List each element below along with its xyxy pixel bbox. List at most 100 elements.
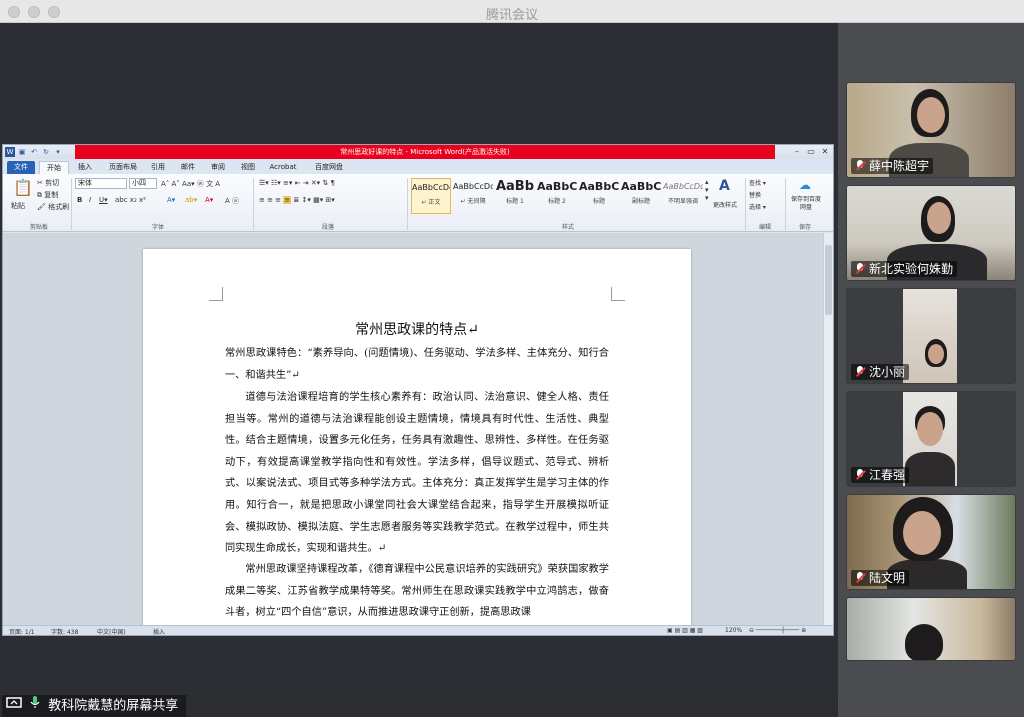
change-styles-icon[interactable]: A [719, 178, 730, 194]
style-normal[interactable]: AaBbCcDd ↵ 正文 [411, 178, 451, 214]
text-effects-button[interactable]: A▾ [167, 196, 175, 204]
style-sample: AaBbCcDd [663, 182, 703, 191]
insert-mode[interactable]: 插入 [153, 627, 165, 635]
document-area: 常州思政课的特点↵ 常州思政课特色：“素养导向、(问题情境)、任务驱动、学法多样… [3, 233, 833, 635]
mic-muted-icon [855, 160, 865, 172]
cut-button[interactable]: ✂ 剪切 [37, 178, 59, 188]
vertical-scrollbar[interactable] [823, 233, 833, 625]
document-paragraph: 常州思政课特色：“素养导向、(问题情境)、任务驱动、学法多样、主体充分、知行合一… [225, 348, 609, 381]
tab-review[interactable]: 审阅 [205, 161, 231, 174]
style-subtle-emphasis[interactable]: AaBbCcDd 不明显强调 [663, 178, 703, 214]
style-sample: AaBbC [537, 180, 577, 193]
editing-group-label: 编辑 [758, 224, 771, 231]
screen-share-icon [6, 695, 22, 717]
screen-share-owner: 教科院戴慧的屏幕共享 [48, 698, 179, 714]
tab-acrobat[interactable]: Acrobat [265, 161, 301, 174]
style-heading-1[interactable]: AaBb 标题 1 [495, 178, 535, 214]
undo-icon[interactable]: ↶ [29, 147, 39, 157]
ribbon-tabs: 文件 开始 插入 页面布局 引用 邮件 审阅 视图 Acrobat 百度网盘 [3, 159, 833, 174]
font-color-button[interactable]: A▾ [205, 196, 213, 204]
bold-button[interactable]: B [77, 196, 82, 204]
paste-button[interactable]: 粘贴 [11, 201, 25, 211]
style-subtitle[interactable]: AaBbC 副标题 [621, 178, 661, 214]
person-face [917, 412, 943, 446]
tab-references[interactable]: 引用 [145, 161, 171, 174]
style-sample: AaBbCcDd [412, 183, 450, 192]
paste-icon[interactable]: 📋 [13, 178, 33, 197]
margin-mark [611, 287, 625, 301]
participant-name: 陆文明 [851, 570, 910, 586]
save-to-baidu-button[interactable]: 保存到百度网盘 [789, 196, 823, 212]
grow-shrink-font-buttons[interactable]: A˄ A˅ Aa▾ ⓦ 文 A [161, 179, 220, 189]
select-button[interactable]: 选择 ▾ [749, 202, 766, 211]
participant-video[interactable]: 陆文明 [846, 494, 1016, 590]
italic-button[interactable]: I [89, 196, 91, 204]
style-heading-2[interactable]: AaBbC 标题 2 [537, 178, 577, 214]
mic-muted-icon [855, 572, 865, 584]
scrollbar-thumb[interactable] [825, 245, 832, 315]
alignment-buttons[interactable]: ≡ ≡ ≡ ≡ ≣ ↕▾ ▦▾ ⊞▾ [259, 196, 335, 204]
participant-video[interactable] [846, 597, 1016, 661]
format-painter-button[interactable]: 🖌 格式刷 [37, 202, 69, 212]
close-icon[interactable]: ✕ [819, 147, 831, 157]
word-count[interactable]: 字数: 438 [51, 627, 78, 635]
tab-insert[interactable]: 插入 [71, 161, 99, 174]
tab-home[interactable]: 开始 [39, 161, 69, 174]
word-logo-icon: W [5, 147, 15, 157]
style-name: 标题 [592, 198, 605, 205]
person-face [928, 344, 944, 364]
person-hair [905, 624, 943, 660]
font-name-select[interactable]: 宋体 [75, 178, 127, 189]
participant-name: 薛中陈超宇 [851, 158, 934, 174]
participant-name-label: 新北实验何姝勤 [869, 262, 954, 276]
replace-button[interactable]: 替换 [749, 190, 761, 199]
view-mode-buttons[interactable]: ▣ ▤ ▥ ▦ ▧ [667, 627, 703, 634]
participant-video[interactable]: 薛中陈超宇 [846, 82, 1016, 178]
participant-video[interactable]: 江春强 [846, 391, 1016, 487]
change-styles-button[interactable]: 更改样式 [713, 200, 737, 209]
tab-view[interactable]: 视图 [235, 161, 261, 174]
tab-baidu-netdisk[interactable]: 百度网盘 [307, 161, 351, 174]
word-window-title: 常州思政好课的特点 - Microsoft Word(产品激活失败) [340, 148, 510, 156]
style-name: ↵ 无间隔 [460, 198, 486, 205]
style-title[interactable]: AaBbC 标题 [579, 178, 619, 214]
tab-mailings[interactable]: 邮件 [175, 161, 201, 174]
participant-name-label: 江春强 [869, 468, 906, 482]
baidu-cloud-icon[interactable]: ☁ [799, 178, 811, 192]
redo-icon[interactable]: ↻ [41, 147, 51, 157]
find-button[interactable]: 查找 ▾ [749, 178, 766, 187]
save-icon[interactable]: ▣ [17, 147, 27, 157]
zoom-level[interactable]: 120% [725, 627, 742, 634]
list-buttons[interactable]: ☰▾ ☷▾ ≡▾ ⇤ ⇥ ✕▾ ⇅ ¶ [259, 179, 335, 187]
copy-button[interactable]: ⧉ 复制 [37, 190, 58, 200]
participant-video[interactable]: 新北实验何姝勤 [846, 185, 1016, 281]
style-no-spacing[interactable]: AaBbCcDd ↵ 无间隔 [453, 178, 493, 214]
styles-scroll[interactable]: ▴ ▾ ▾ [705, 178, 709, 202]
person-face [927, 202, 951, 234]
screen-share-label: 教科院戴慧的屏幕共享 [2, 695, 187, 717]
font-size-select[interactable]: 小四 [129, 178, 157, 189]
highlight-color-button[interactable]: ab▾ [185, 196, 197, 204]
zoom-slider[interactable]: ⊖ ───────┼──── ⊕ [749, 627, 806, 634]
tab-page-layout[interactable]: 页面布局 [103, 161, 143, 174]
restore-icon[interactable]: ▭ [805, 147, 817, 157]
participant-video[interactable]: 沈小丽 [846, 288, 1016, 384]
style-name: 标题 2 [548, 198, 566, 205]
style-sample: AaBb [495, 179, 535, 194]
word-titlebar: W ▣ ↶ ↻ ▾ 常州思政好课的特点 - Microsoft Word(产品激… [3, 145, 833, 159]
char-shading-buttons[interactable]: A ⓐ [225, 196, 239, 206]
document-page[interactable]: 常州思政课的特点↵ 常州思政课特色：“素养导向、(问题情境)、任务驱动、学法多样… [143, 249, 691, 635]
minimize-icon[interactable]: – [791, 147, 803, 157]
cut-label: 剪切 [45, 179, 60, 187]
tab-file[interactable]: 文件 [7, 161, 35, 174]
strikethrough-sub-sup-buttons[interactable]: abc x₂ x² [115, 196, 146, 204]
shared-screen: W ▣ ↶ ↻ ▾ 常州思政好课的特点 - Microsoft Word(产品激… [0, 23, 838, 695]
customize-toolbar-icon[interactable]: ▾ [53, 147, 63, 157]
underline-button[interactable]: U▾ [99, 196, 108, 204]
page-count[interactable]: 页面: 1/1 [9, 627, 35, 635]
style-sample: AaBbCcDd [453, 182, 493, 191]
microphone-icon[interactable] [30, 695, 40, 717]
style-name: ↵ 正文 [421, 199, 441, 206]
language-indicator[interactable]: 中文(中国) [97, 627, 126, 635]
participant-name-label: 薛中陈超宇 [869, 159, 930, 173]
